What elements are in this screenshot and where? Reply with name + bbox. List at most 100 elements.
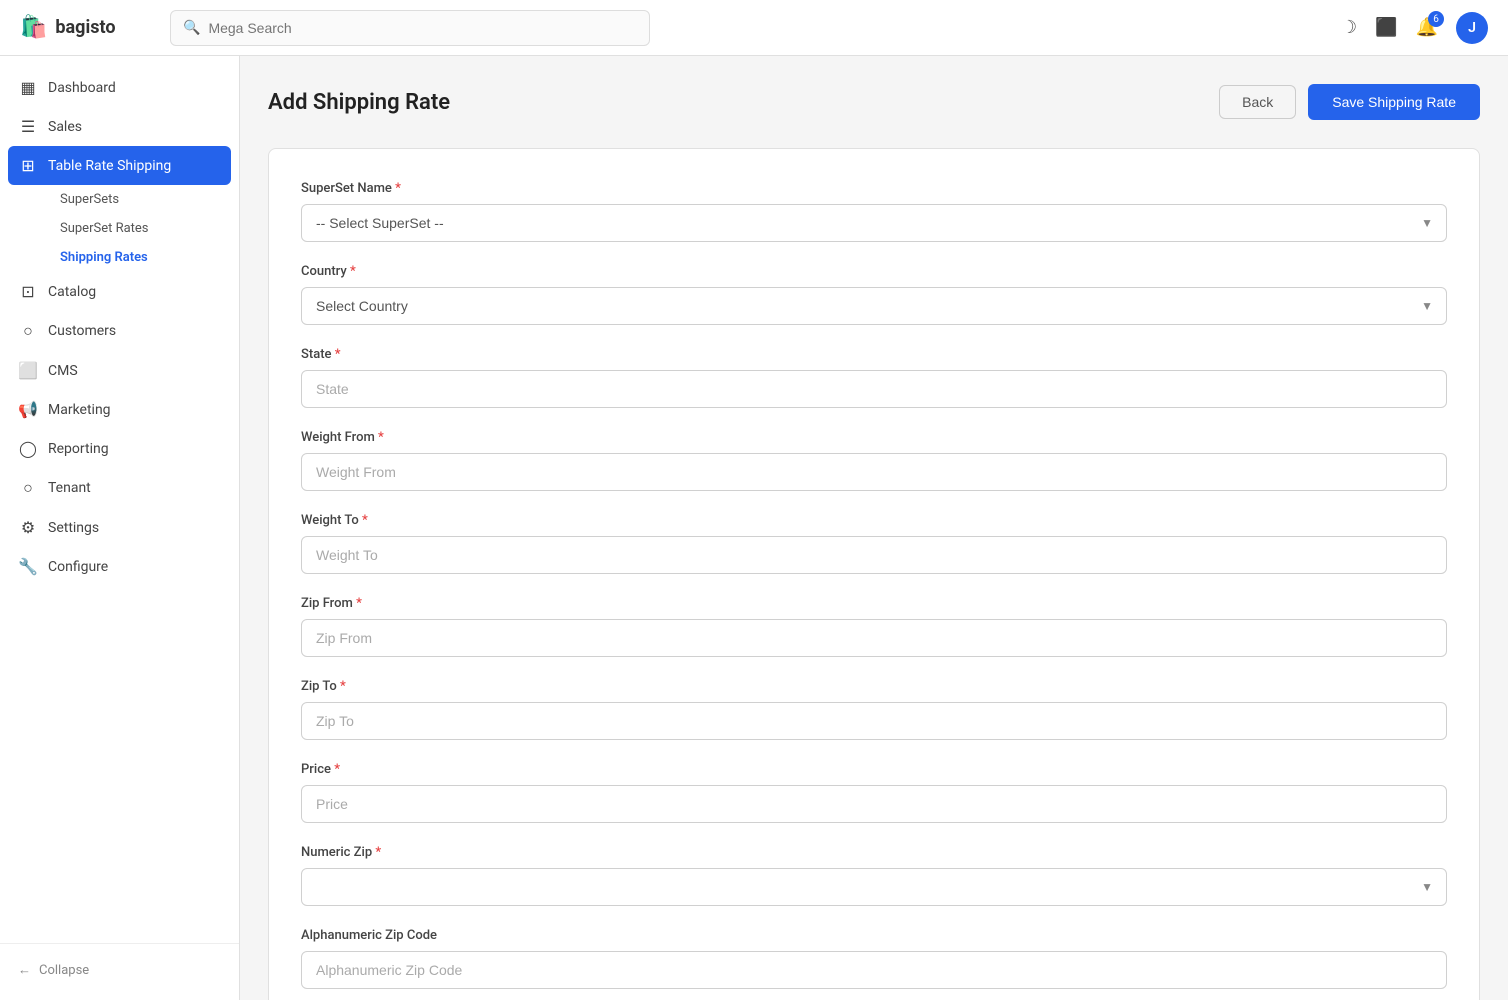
sidebar-label-customers: Customers <box>48 323 116 339</box>
reporting-icon: ◯ <box>18 439 38 458</box>
dark-mode-icon[interactable]: ☽ <box>1341 17 1357 38</box>
tenant-icon: ○ <box>18 478 38 498</box>
main-content: Add Shipping Rate Back Save Shipping Rat… <box>240 56 1508 1000</box>
sidebar-item-tenant[interactable]: ○ Tenant <box>0 468 239 508</box>
state-label: State * <box>301 347 1447 362</box>
catalog-icon: ⊡ <box>18 282 38 301</box>
customers-icon: ○ <box>18 321 38 341</box>
sidebar-label-reporting: Reporting <box>48 441 109 457</box>
sidebar-item-reporting[interactable]: ◯ Reporting <box>0 429 239 468</box>
numeric-zip-label: Numeric Zip * <box>301 845 1447 860</box>
sidebar-item-dashboard[interactable]: ▦ Dashboard <box>0 68 239 107</box>
alphanumeric-zip-input[interactable] <box>301 951 1447 989</box>
cms-icon: ⬜ <box>18 361 38 380</box>
search-bar-container: 🔍 <box>170 10 650 46</box>
configure-icon: 🔧 <box>18 557 38 576</box>
form-group-state: State * <box>301 347 1447 408</box>
sidebar-label-settings: Settings <box>48 520 99 536</box>
search-input[interactable] <box>208 20 637 36</box>
logo-text: bagisto <box>55 17 115 38</box>
numeric-zip-select[interactable] <box>301 868 1447 906</box>
layout: ▦ Dashboard ☰ Sales ⊞ Table Rate Shippin… <box>0 56 1508 1000</box>
form-group-numeric-zip: Numeric Zip * ▼ <box>301 845 1447 906</box>
alphanumeric-zip-label: Alphanumeric Zip Code <box>301 928 1447 943</box>
sidebar-label-dashboard: Dashboard <box>48 80 116 96</box>
sidebar-label-marketing: Marketing <box>48 402 111 418</box>
sidebar-item-sales[interactable]: ☰ Sales <box>0 107 239 146</box>
price-input[interactable] <box>301 785 1447 823</box>
header-actions: Back Save Shipping Rate <box>1219 84 1480 120</box>
required-marker: * <box>395 181 401 196</box>
sidebar-item-settings[interactable]: ⚙ Settings <box>0 508 239 547</box>
form-group-alphanumeric-zip: Alphanumeric Zip Code <box>301 928 1447 989</box>
search-icon: 🔍 <box>183 20 200 36</box>
form-group-price: Price * <box>301 762 1447 823</box>
topnav: 🛍️ bagisto 🔍 ☽ ⬛ 🔔 6 J <box>0 0 1508 56</box>
sidebar-subitem-supersets[interactable]: SuperSets <box>48 185 239 214</box>
notifications-icon[interactable]: 🔔 6 <box>1416 17 1438 38</box>
sidebar-label-tenant: Tenant <box>48 480 91 496</box>
sub-menu-table-rate: SuperSets SuperSet Rates Shipping Rates <box>0 185 239 272</box>
collapse-sidebar-button[interactable]: ← Collapse <box>0 952 239 988</box>
sidebar-label-catalog: Catalog <box>48 284 96 300</box>
sidebar: ▦ Dashboard ☰ Sales ⊞ Table Rate Shippin… <box>0 56 240 1000</box>
sidebar-label-table-rate-shipping: Table Rate Shipping <box>48 158 171 174</box>
logo[interactable]: 🛍️ bagisto <box>20 15 150 40</box>
sidebar-item-configure[interactable]: 🔧 Configure <box>0 547 239 586</box>
page-header: Add Shipping Rate Back Save Shipping Rat… <box>268 84 1480 120</box>
settings-icon: ⚙ <box>18 518 38 537</box>
required-marker-country: * <box>350 264 356 279</box>
weight-from-input[interactable] <box>301 453 1447 491</box>
sidebar-item-table-rate-shipping[interactable]: ⊞ Table Rate Shipping <box>8 146 231 185</box>
required-marker-numeric-zip: * <box>375 845 381 860</box>
zip-to-input[interactable] <box>301 702 1447 740</box>
zip-to-label: Zip To * <box>301 679 1447 694</box>
save-shipping-rate-button[interactable]: Save Shipping Rate <box>1308 84 1480 120</box>
marketing-icon: 📢 <box>18 400 38 419</box>
country-label: Country * <box>301 264 1447 279</box>
required-marker-weight-to: * <box>362 513 368 528</box>
sidebar-label-cms: CMS <box>48 363 78 379</box>
user-avatar[interactable]: J <box>1456 12 1488 44</box>
form-group-country: Country * Select Country ▼ <box>301 264 1447 325</box>
required-marker-zip-from: * <box>356 596 362 611</box>
country-select[interactable]: Select Country <box>301 287 1447 325</box>
form-group-zip-to: Zip To * <box>301 679 1447 740</box>
sidebar-item-cms[interactable]: ⬜ CMS <box>0 351 239 390</box>
country-select-wrap: Select Country ▼ <box>301 287 1447 325</box>
sidebar-item-marketing[interactable]: 📢 Marketing <box>0 390 239 429</box>
sidebar-item-customers[interactable]: ○ Customers <box>0 311 239 351</box>
collapse-icon: ← <box>18 962 31 978</box>
sidebar-label-configure: Configure <box>48 559 108 575</box>
superset-name-select[interactable]: -- Select SuperSet -- <box>301 204 1447 242</box>
superset-name-select-wrap: -- Select SuperSet -- ▼ <box>301 204 1447 242</box>
sidebar-label-sales: Sales <box>48 119 82 135</box>
form-group-weight-to: Weight To * <box>301 513 1447 574</box>
sidebar-subitem-superset-rates[interactable]: SuperSet Rates <box>48 214 239 243</box>
required-marker-price: * <box>334 762 340 777</box>
form-group-zip-from: Zip From * <box>301 596 1447 657</box>
weight-to-input[interactable] <box>301 536 1447 574</box>
form-group-weight-from: Weight From * <box>301 430 1447 491</box>
page-title: Add Shipping Rate <box>268 90 450 115</box>
numeric-zip-select-wrap: ▼ <box>301 868 1447 906</box>
collapse-label: Collapse <box>39 963 89 978</box>
required-marker-weight-from: * <box>378 430 384 445</box>
sidebar-subitem-shipping-rates[interactable]: Shipping Rates <box>48 243 239 272</box>
logo-icon: 🛍️ <box>20 15 47 40</box>
sales-icon: ☰ <box>18 117 38 136</box>
back-button[interactable]: Back <box>1219 85 1296 119</box>
monitor-icon[interactable]: ⬛ <box>1375 17 1397 38</box>
sidebar-item-catalog[interactable]: ⊡ Catalog <box>0 272 239 311</box>
required-marker-state: * <box>335 347 341 362</box>
state-input[interactable] <box>301 370 1447 408</box>
weight-from-label: Weight From * <box>301 430 1447 445</box>
zip-from-input[interactable] <box>301 619 1447 657</box>
required-marker-zip-to: * <box>340 679 346 694</box>
weight-to-label: Weight To * <box>301 513 1447 528</box>
dashboard-icon: ▦ <box>18 78 38 97</box>
form-group-superset-name: SuperSet Name * -- Select SuperSet -- ▼ <box>301 181 1447 242</box>
sidebar-bottom: ← Collapse <box>0 943 239 988</box>
topnav-right: ☽ ⬛ 🔔 6 J <box>1341 12 1488 44</box>
price-label: Price * <box>301 762 1447 777</box>
